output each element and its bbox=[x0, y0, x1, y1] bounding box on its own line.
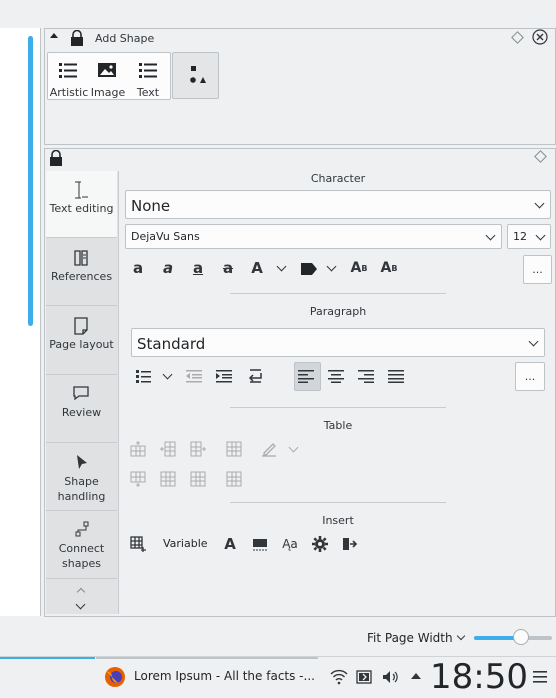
delete-row-icon[interactable] bbox=[160, 471, 176, 487]
font-size-value: 12 bbox=[513, 230, 527, 243]
chevron-down-icon bbox=[535, 230, 546, 241]
divider bbox=[230, 407, 446, 408]
comment-icon bbox=[73, 386, 89, 401]
shapes-button[interactable] bbox=[172, 52, 219, 99]
paragraph-style-value: Standard bbox=[137, 335, 206, 353]
insert-row-above-icon[interactable] bbox=[130, 441, 146, 457]
paragraph-style-select[interactable]: Standard bbox=[131, 328, 545, 357]
volume-icon[interactable] bbox=[382, 670, 400, 684]
italic-icon[interactable]: a bbox=[159, 259, 177, 277]
border-pen-icon[interactable] bbox=[261, 441, 277, 457]
connect-icon bbox=[75, 521, 89, 537]
chevron-down-icon bbox=[534, 198, 545, 209]
merge-cells-icon[interactable] bbox=[226, 441, 242, 457]
text-list-icon[interactable] bbox=[138, 60, 158, 80]
underline-icon[interactable]: a bbox=[189, 259, 207, 277]
add-shape-title: Add Shape bbox=[95, 32, 155, 45]
tab-review[interactable]: Review bbox=[46, 375, 117, 443]
tab-text-editing[interactable]: Text editing bbox=[46, 171, 117, 238]
close-docker-icon[interactable] bbox=[532, 29, 548, 45]
paragraph-section-title: Paragraph bbox=[309, 305, 367, 318]
divider bbox=[230, 293, 446, 294]
shapes-icon bbox=[190, 66, 206, 83]
special-character-icon[interactable]: Ąa bbox=[281, 535, 299, 553]
lock-icon[interactable] bbox=[70, 29, 84, 46]
zoom-select[interactable]: Fit Page Width bbox=[367, 631, 453, 645]
table-section-title: Table bbox=[323, 419, 353, 432]
justify-icon[interactable] bbox=[388, 369, 404, 383]
tab-label: Shape handling bbox=[57, 475, 106, 503]
font-size-select[interactable]: 12 bbox=[507, 224, 551, 249]
font-color-icon[interactable]: A bbox=[248, 259, 266, 277]
font-family-value: DejaVu Sans bbox=[131, 230, 200, 243]
tab-label: Connect shapes bbox=[58, 542, 105, 570]
firefox-icon bbox=[105, 667, 125, 687]
align-right-icon[interactable] bbox=[358, 369, 374, 383]
subscript-icon[interactable]: AB bbox=[380, 259, 398, 277]
wifi-icon[interactable] bbox=[330, 669, 348, 685]
menu-icon[interactable] bbox=[533, 671, 547, 683]
task-progress-bar bbox=[0, 657, 95, 659]
insert-variable-button[interactable]: Variable bbox=[163, 537, 208, 550]
decrease-indent-icon[interactable] bbox=[186, 369, 202, 383]
text-cursor-icon bbox=[75, 181, 88, 199]
character-more-button[interactable]: ... bbox=[523, 255, 552, 284]
tab-references[interactable]: References bbox=[46, 238, 117, 306]
tab-label: Page layout bbox=[49, 338, 114, 351]
tab-label: References bbox=[50, 270, 113, 283]
chevron-down-icon bbox=[528, 336, 539, 347]
divider bbox=[230, 502, 446, 503]
task-window-title: Lorem Ipsum - All the facts -... bbox=[134, 669, 315, 683]
superscript-icon[interactable]: AB bbox=[350, 259, 368, 277]
text-direction-icon[interactable] bbox=[246, 369, 262, 383]
tab-label: Text editing bbox=[49, 202, 114, 215]
insert-column-right-icon[interactable] bbox=[190, 441, 206, 457]
align-left-icon bbox=[298, 370, 314, 383]
strikethrough-icon[interactable]: a bbox=[219, 259, 237, 277]
document-scrollbar[interactable] bbox=[28, 36, 33, 326]
highlight-color-icon[interactable] bbox=[300, 262, 318, 276]
list-style-icon[interactable] bbox=[136, 369, 152, 383]
list-icon[interactable] bbox=[58, 60, 78, 80]
battery-icon[interactable] bbox=[356, 670, 374, 684]
collapse-arrow-icon[interactable] bbox=[50, 33, 58, 38]
pointer-icon bbox=[77, 455, 87, 469]
insert-section-title: Insert bbox=[322, 514, 354, 527]
tab-label: Review bbox=[61, 406, 102, 419]
tray-expand-icon[interactable] bbox=[411, 673, 421, 679]
tab-page-layout[interactable]: Page layout bbox=[46, 306, 117, 375]
references-icon bbox=[74, 250, 88, 266]
increase-indent-icon[interactable] bbox=[216, 369, 232, 383]
bold-icon[interactable]: a bbox=[129, 259, 147, 277]
delete-column-icon[interactable] bbox=[190, 471, 206, 487]
clock[interactable]: 18:50 bbox=[430, 657, 528, 697]
text-tool-label[interactable]: Text bbox=[130, 86, 166, 99]
split-cells-icon[interactable] bbox=[226, 471, 242, 487]
image-icon[interactable] bbox=[97, 60, 117, 80]
lock-icon[interactable] bbox=[49, 149, 63, 166]
insert-row-below-icon[interactable] bbox=[130, 471, 146, 487]
tab-connect-shapes[interactable]: Connect shapes bbox=[46, 511, 117, 579]
align-center-icon[interactable] bbox=[328, 369, 344, 383]
insert-footnote-icon[interactable] bbox=[252, 536, 268, 552]
image-tool-label[interactable]: Image bbox=[89, 86, 127, 99]
chevron-down-icon bbox=[485, 230, 496, 241]
zoom-slider-handle[interactable] bbox=[512, 629, 529, 645]
page-icon bbox=[74, 317, 88, 335]
chevron-down-icon[interactable] bbox=[456, 631, 466, 641]
character-style-select[interactable]: None bbox=[125, 190, 551, 219]
insert-text-icon[interactable]: A bbox=[221, 535, 239, 553]
character-style-value: None bbox=[131, 197, 171, 215]
insert-table-icon[interactable] bbox=[130, 536, 146, 552]
insert-bookmark-icon[interactable] bbox=[342, 536, 358, 552]
insert-column-left-icon[interactable] bbox=[160, 441, 176, 457]
settings-gear-icon[interactable] bbox=[312, 536, 328, 552]
artistic-tool-label[interactable]: Artistic bbox=[49, 86, 89, 99]
document-canvas[interactable] bbox=[0, 28, 41, 616]
character-section-title: Character bbox=[310, 172, 366, 185]
task-entry-underline bbox=[96, 657, 318, 659]
tab-shape-handling[interactable]: Shape handling bbox=[46, 443, 117, 511]
paragraph-more-button[interactable]: ... bbox=[515, 362, 545, 391]
font-family-select[interactable]: DejaVu Sans bbox=[125, 224, 502, 249]
